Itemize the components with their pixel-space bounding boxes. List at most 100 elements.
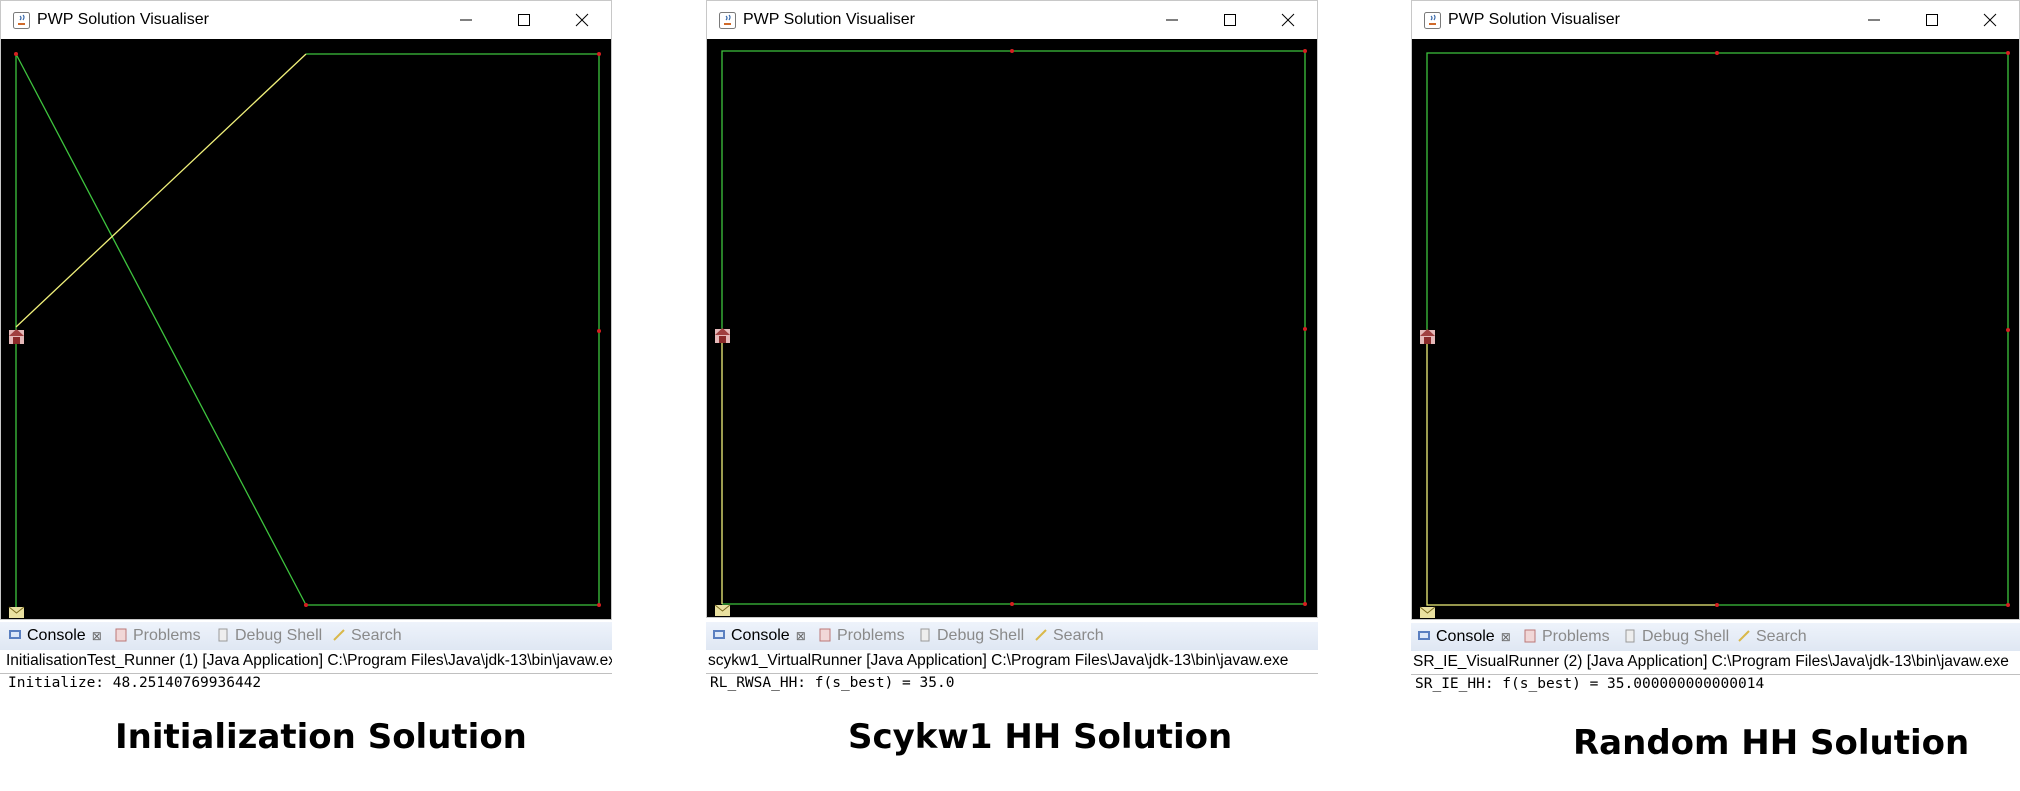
tab-problems[interactable]: Problems bbox=[1523, 623, 1610, 651]
route-plot bbox=[714, 49, 1307, 616]
maximize-icon bbox=[518, 14, 530, 26]
debug-shell-icon bbox=[1625, 629, 1635, 643]
location-node bbox=[2006, 51, 2010, 55]
launch-configuration-label: SR_IE_VisualRunner (2) [Java Application… bbox=[1413, 653, 2009, 670]
title-bar[interactable]: PWP Solution Visualiser bbox=[1, 1, 611, 39]
delivery-icon bbox=[8, 606, 25, 618]
console-output: SR_IE_HH: f(s_best) = 35.000000000000014 bbox=[1415, 676, 1765, 692]
search-icon bbox=[1035, 629, 1047, 641]
visualiser-window: PWP Solution Visualiser bbox=[0, 0, 612, 620]
panel-initialization: PWP Solution Visualiser Console ⊠ Proble… bbox=[0, 0, 612, 791]
location-node bbox=[1010, 602, 1014, 606]
location-node bbox=[14, 52, 18, 56]
close-button[interactable] bbox=[553, 1, 611, 39]
problems-icon bbox=[819, 628, 831, 642]
close-button[interactable] bbox=[1259, 1, 1317, 39]
location-node bbox=[1303, 327, 1307, 331]
maximize-button[interactable] bbox=[495, 1, 553, 39]
tab-problems[interactable]: Problems bbox=[818, 622, 905, 650]
tab-debug-shell[interactable]: Debug Shell bbox=[216, 622, 322, 650]
panel-random-hh: PWP Solution Visualiser Console ⊠ Problem… bbox=[1411, 0, 2020, 791]
maximize-button[interactable] bbox=[1201, 1, 1259, 39]
location-node bbox=[1010, 49, 1014, 53]
debug-shell-icon bbox=[920, 628, 930, 642]
tab-console[interactable]: Console ⊠ bbox=[8, 622, 102, 650]
minimize-icon bbox=[460, 19, 472, 21]
launch-configuration-label: scykw1_VirtualRunner [Java Application] … bbox=[708, 652, 1289, 669]
window-title: PWP Solution Visualiser bbox=[1448, 11, 1620, 28]
java-app-icon bbox=[719, 12, 736, 29]
tab-search[interactable]: Search bbox=[1034, 622, 1104, 650]
problems-icon bbox=[1524, 629, 1536, 643]
problems-icon bbox=[115, 628, 127, 642]
minimize-button[interactable] bbox=[437, 1, 495, 39]
launch-configuration-label: InitialisationTest_Runner (1) [Java Appl… bbox=[6, 652, 612, 669]
visualiser-window: PWP Solution Visualiser bbox=[1411, 0, 2020, 620]
title-bar[interactable]: PWP Solution Visualiser bbox=[707, 1, 1317, 39]
route-edge bbox=[306, 53, 600, 606]
debug-shell-icon bbox=[218, 628, 228, 642]
console-view: Console ⊠ Problems Debug Shell Search SR_… bbox=[1411, 623, 2020, 695]
console-icon bbox=[9, 630, 21, 639]
divider bbox=[0, 673, 612, 674]
visualiser-window: PWP Solution Visualiser bbox=[706, 0, 1318, 618]
console-tab-bar: Console ⊠ Problems Debug Shell Search bbox=[1411, 623, 2020, 651]
route-edge bbox=[1426, 52, 2009, 606]
minimize-icon bbox=[1868, 19, 1880, 21]
location-node bbox=[2006, 603, 2010, 607]
route-plot bbox=[1419, 51, 2010, 618]
tab-problems[interactable]: Problems bbox=[114, 622, 201, 650]
window-title: PWP Solution Visualiser bbox=[743, 11, 915, 28]
tab-console[interactable]: Console ⊠ bbox=[1417, 623, 1511, 651]
solution-canvas bbox=[1412, 39, 2019, 619]
tab-debug-shell[interactable]: Debug Shell bbox=[1623, 623, 1729, 651]
location-node bbox=[1715, 603, 1719, 607]
location-node bbox=[2006, 328, 2010, 332]
depot-icon bbox=[1420, 329, 1435, 344]
location-node bbox=[597, 52, 601, 56]
depot-icon bbox=[9, 329, 24, 344]
divider bbox=[706, 673, 1318, 674]
console-view: Console ⊠ Problems Debug Shell Search scy… bbox=[706, 622, 1318, 694]
depot-icon bbox=[715, 328, 730, 343]
close-button[interactable] bbox=[1961, 1, 2019, 39]
search-icon bbox=[1738, 630, 1750, 642]
console-icon bbox=[713, 630, 725, 639]
location-node bbox=[597, 603, 601, 607]
tab-debug-shell[interactable]: Debug Shell bbox=[918, 622, 1024, 650]
panel-scykw1-hh: PWP Solution Visualiser Console ⊠ Problem… bbox=[706, 0, 1318, 791]
console-output: RL_RWSA_HH: f(s_best) = 35.0 bbox=[710, 675, 955, 691]
search-icon bbox=[333, 629, 345, 641]
console-output: Initialize: 48.25140769936442 bbox=[8, 675, 262, 691]
solution-canvas bbox=[707, 39, 1317, 617]
tab-search[interactable]: Search bbox=[1737, 623, 1807, 651]
route-plot bbox=[8, 52, 601, 618]
close-tab-icon[interactable]: ⊠ bbox=[92, 629, 102, 643]
figure-caption: Random HH Solution bbox=[1573, 723, 1970, 763]
console-tab-bar: Console ⊠ Problems Debug Shell Search bbox=[0, 622, 612, 650]
maximize-button[interactable] bbox=[1903, 1, 1961, 39]
tab-console[interactable]: Console ⊠ bbox=[712, 622, 806, 650]
close-tab-icon[interactable]: ⊠ bbox=[1501, 630, 1511, 644]
minimize-icon bbox=[1166, 19, 1178, 21]
maximize-icon bbox=[1926, 14, 1938, 26]
location-node bbox=[597, 329, 601, 333]
console-view: Console ⊠ Problems Debug Shell Search Ini… bbox=[0, 622, 612, 694]
solution-canvas bbox=[1, 39, 611, 619]
minimize-button[interactable] bbox=[1143, 1, 1201, 39]
minimize-button[interactable] bbox=[1845, 1, 1903, 39]
route-edge-depot bbox=[15, 53, 307, 328]
java-app-icon bbox=[1424, 12, 1441, 29]
close-icon bbox=[575, 13, 589, 27]
location-node bbox=[304, 603, 308, 607]
route-edge bbox=[721, 50, 1306, 605]
tab-search[interactable]: Search bbox=[332, 622, 402, 650]
delivery-icon bbox=[1419, 606, 1436, 618]
route-edge-depot bbox=[1426, 334, 1717, 606]
title-bar[interactable]: PWP Solution Visualiser bbox=[1412, 1, 2019, 39]
figure-caption: Initialization Solution bbox=[115, 717, 527, 757]
console-tab-bar: Console ⊠ Problems Debug Shell Search bbox=[706, 622, 1318, 650]
figure-caption: Scykw1 HH Solution bbox=[848, 717, 1233, 757]
java-app-icon bbox=[13, 12, 30, 29]
close-tab-icon[interactable]: ⊠ bbox=[796, 629, 806, 643]
